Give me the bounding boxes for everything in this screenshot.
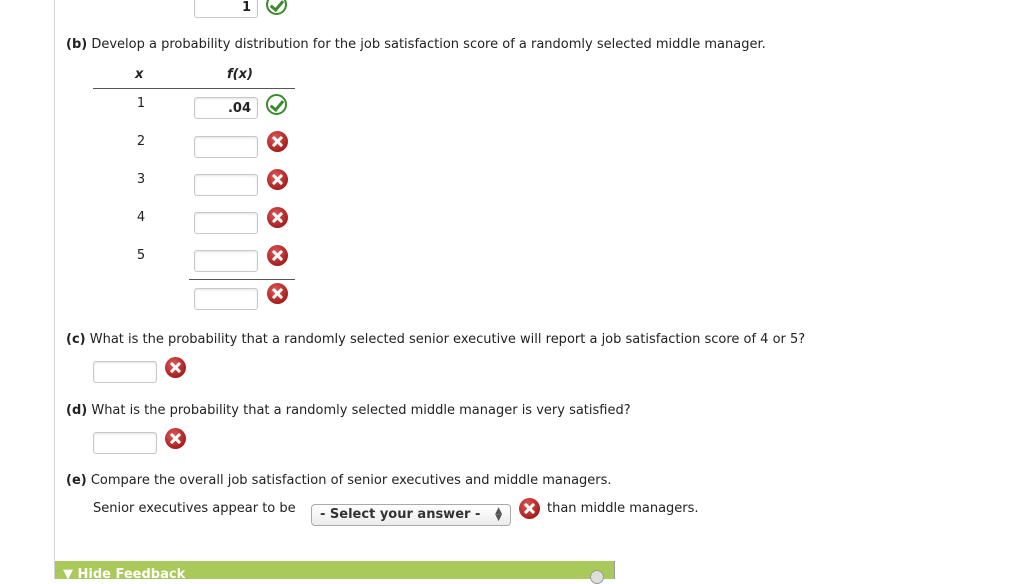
- fx-input-2[interactable]: [194, 136, 258, 158]
- select-value: - Select your answer -: [320, 507, 481, 522]
- fx-input-5[interactable]: [194, 250, 258, 272]
- incorrect-x-icon: [267, 169, 288, 190]
- fx-input-3[interactable]: [194, 174, 258, 196]
- part-e-suffix: than middle managers.: [547, 501, 699, 516]
- hide-feedback-label: Hide Feedback: [77, 567, 186, 582]
- part-c-answer-input[interactable]: [93, 361, 157, 383]
- table-header-rule: [93, 88, 295, 89]
- incorrect-x-icon: [267, 245, 288, 266]
- part-d-answer-input[interactable]: [93, 432, 157, 454]
- fx-input-4[interactable]: [194, 212, 258, 234]
- incorrect-x-icon: [165, 357, 186, 378]
- row-x-3: 3: [136, 172, 146, 187]
- row-x-2: 2: [136, 134, 146, 149]
- column-header-x: x: [135, 67, 144, 82]
- part-d-question: (d) What is the probability that a rando…: [66, 403, 631, 418]
- part-e-text: Compare the overall job satisfaction of …: [90, 473, 612, 488]
- row-x-1: 1: [136, 96, 146, 111]
- part-b-question: (b) Develop a probability distribution f…: [66, 37, 766, 52]
- part-c-label: (c): [66, 332, 86, 347]
- column-header-fx: f(x): [227, 67, 253, 82]
- left-border: [54, 0, 55, 579]
- incorrect-x-icon: [267, 283, 288, 304]
- fx-total-input[interactable]: [194, 288, 258, 310]
- hide-feedback-toggle[interactable]: ▼ Hide Feedback: [63, 567, 185, 582]
- triangle-down-icon: ▼: [63, 567, 73, 582]
- part-e-question: (e) Compare the overall job satisfaction…: [66, 473, 612, 488]
- part-b-label: (b): [66, 37, 88, 52]
- part-e-label: (e): [66, 473, 87, 488]
- comparison-select[interactable]: - Select your answer - ▲ ▼: [311, 504, 511, 526]
- part-d-text: What is the probability that a randomly …: [91, 403, 631, 418]
- correct-check-icon: [266, 0, 287, 15]
- feedback-border: [614, 561, 615, 579]
- incorrect-x-icon: [267, 131, 288, 152]
- pin-icon[interactable]: [590, 570, 604, 584]
- row-x-4: 4: [136, 210, 146, 225]
- part-d-label: (d): [66, 403, 88, 418]
- part-e-prefix: Senior executives appear to be: [93, 501, 296, 516]
- incorrect-x-icon: [267, 207, 288, 228]
- incorrect-x-icon: [165, 428, 186, 449]
- row-x-5: 5: [136, 248, 146, 263]
- part-c-question: (c) What is the probability that a rando…: [66, 332, 805, 347]
- part-c-text: What is the probability that a randomly …: [89, 332, 806, 347]
- select-arrows-icon: ▲ ▼: [495, 506, 502, 523]
- correct-check-icon: [266, 94, 287, 115]
- previous-answer-input[interactable]: [194, 0, 258, 18]
- incorrect-x-icon: [519, 498, 540, 519]
- part-b-text: Develop a probability distribution for t…: [91, 37, 766, 52]
- hide-feedback-bar[interactable]: ▼ Hide Feedback: [55, 561, 614, 584]
- total-rule: [189, 279, 295, 280]
- fx-input-1[interactable]: [194, 97, 258, 119]
